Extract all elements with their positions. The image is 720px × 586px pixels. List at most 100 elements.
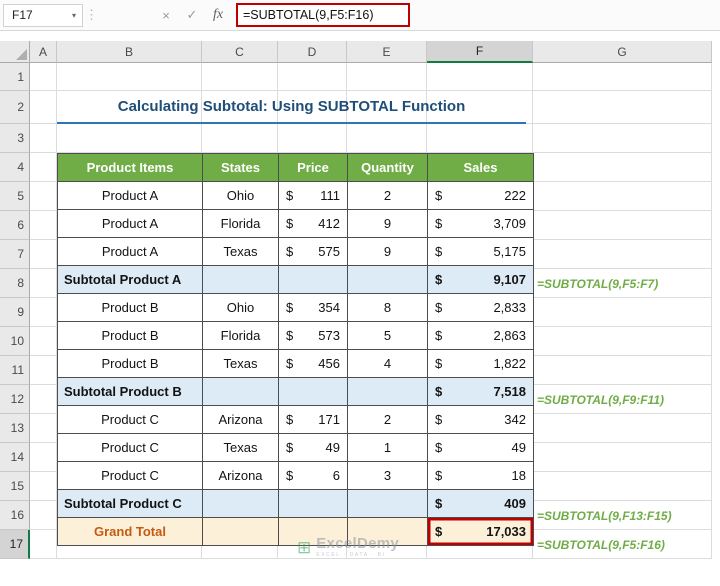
- cell-state[interactable]: Texas: [203, 350, 279, 378]
- cell-sales[interactable]: $222: [428, 182, 534, 210]
- cell-sales[interactable]: $342: [428, 406, 534, 434]
- column-header-G[interactable]: G: [533, 41, 712, 63]
- row-header-9[interactable]: 9: [0, 298, 30, 327]
- cell-empty[interactable]: [279, 266, 348, 294]
- cell-empty[interactable]: [279, 490, 348, 518]
- cell-sales[interactable]: $9,107: [428, 266, 534, 294]
- cell-quantity[interactable]: 8: [348, 294, 428, 322]
- cell-price[interactable]: $456: [279, 350, 348, 378]
- cell-product[interactable]: Product C: [58, 406, 203, 434]
- row-header-12[interactable]: 12: [0, 385, 30, 414]
- cell-quantity[interactable]: 9: [348, 238, 428, 266]
- table-header-product-items[interactable]: Product Items: [58, 154, 203, 182]
- formula-annotation[interactable]: =SUBTOTAL(9,F5:F16): [537, 530, 711, 559]
- cell-sales[interactable]: $18: [428, 462, 534, 490]
- column-header-E[interactable]: E: [347, 41, 427, 63]
- cell-sales[interactable]: $1,822: [428, 350, 534, 378]
- cell-state[interactable]: Texas: [203, 238, 279, 266]
- cell-quantity[interactable]: 4: [348, 350, 428, 378]
- cell-quantity[interactable]: 1: [348, 434, 428, 462]
- cell-price[interactable]: $171: [279, 406, 348, 434]
- row-header-4[interactable]: 4: [0, 153, 30, 182]
- cell-sales[interactable]: $5,175: [428, 238, 534, 266]
- cell-empty[interactable]: [279, 378, 348, 406]
- formula-annotation[interactable]: =SUBTOTAL(9,F5:F7): [537, 269, 711, 298]
- row-header-15[interactable]: 15: [0, 472, 30, 501]
- cell-quantity[interactable]: 5: [348, 322, 428, 350]
- cell-sales[interactable]: $409: [428, 490, 534, 518]
- cell-state[interactable]: Florida: [203, 210, 279, 238]
- cell-empty[interactable]: [203, 490, 279, 518]
- row-header-11[interactable]: 11: [0, 356, 30, 385]
- table-header-sales[interactable]: Sales: [428, 154, 534, 182]
- cell-label[interactable]: Subtotal Product B: [58, 378, 203, 406]
- cell-sales[interactable]: $49: [428, 434, 534, 462]
- row-header-6[interactable]: 6: [0, 211, 30, 240]
- cell-state[interactable]: Ohio: [203, 182, 279, 210]
- cell-product[interactable]: Product B: [58, 322, 203, 350]
- formula-annotation[interactable]: =SUBTOTAL(9,F9:F11): [537, 385, 711, 414]
- cell-sales[interactable]: $2,833: [428, 294, 534, 322]
- table-header-quantity[interactable]: Quantity: [348, 154, 428, 182]
- row-header-2[interactable]: 2: [0, 91, 30, 124]
- row-header-5[interactable]: 5: [0, 182, 30, 211]
- cell-empty[interactable]: [203, 378, 279, 406]
- row-header-1[interactable]: 1: [0, 63, 30, 91]
- cell-empty[interactable]: [203, 266, 279, 294]
- cell-state[interactable]: Arizona: [203, 406, 279, 434]
- cell-sales[interactable]: $17,033: [428, 518, 534, 546]
- column-header-A[interactable]: A: [30, 41, 57, 63]
- select-all-corner[interactable]: [0, 41, 30, 63]
- cell-label[interactable]: Grand Total: [58, 518, 203, 546]
- cell-product[interactable]: Product A: [58, 210, 203, 238]
- cell-empty[interactable]: [348, 518, 428, 546]
- cell-label[interactable]: Subtotal Product C: [58, 490, 203, 518]
- table-header-states[interactable]: States: [203, 154, 279, 182]
- cell-state[interactable]: Ohio: [203, 294, 279, 322]
- cell-price[interactable]: $354: [279, 294, 348, 322]
- cell-empty[interactable]: [203, 518, 279, 546]
- cell-quantity[interactable]: 2: [348, 182, 428, 210]
- row-header-10[interactable]: 10: [0, 327, 30, 356]
- cell-price[interactable]: $6: [279, 462, 348, 490]
- cell-empty[interactable]: [279, 518, 348, 546]
- cell-price[interactable]: $573: [279, 322, 348, 350]
- cell-product[interactable]: Product A: [58, 182, 203, 210]
- cell-product[interactable]: Product C: [58, 434, 203, 462]
- column-header-D[interactable]: D: [278, 41, 347, 63]
- row-header-7[interactable]: 7: [0, 240, 30, 269]
- cell-state[interactable]: Arizona: [203, 462, 279, 490]
- cell-product[interactable]: Product B: [58, 294, 203, 322]
- row-header-13[interactable]: 13: [0, 414, 30, 443]
- cell-state[interactable]: Texas: [203, 434, 279, 462]
- column-header-B[interactable]: B: [57, 41, 202, 63]
- cell-quantity[interactable]: 2: [348, 406, 428, 434]
- cell-product[interactable]: Product A: [58, 238, 203, 266]
- cell-product[interactable]: Product B: [58, 350, 203, 378]
- name-box-dropdown-icon[interactable]: ▾: [66, 11, 82, 20]
- worksheet[interactable]: Calculating Subtotal: Using SUBTOTAL Fun…: [0, 41, 712, 559]
- cell-empty[interactable]: [348, 378, 428, 406]
- cancel-icon[interactable]: ×: [153, 8, 179, 23]
- row-header-14[interactable]: 14: [0, 443, 30, 472]
- cell-price[interactable]: $575: [279, 238, 348, 266]
- cell-sales[interactable]: $3,709: [428, 210, 534, 238]
- cell-price[interactable]: $49: [279, 434, 348, 462]
- column-header-F[interactable]: F: [427, 41, 533, 63]
- enter-icon[interactable]: ✓: [179, 7, 205, 23]
- formula-annotation[interactable]: =SUBTOTAL(9,F13:F15): [537, 501, 711, 530]
- cell-empty[interactable]: [348, 490, 428, 518]
- row-header-3[interactable]: 3: [0, 124, 30, 153]
- cell-product[interactable]: Product C: [58, 462, 203, 490]
- cell-quantity[interactable]: 3: [348, 462, 428, 490]
- name-box[interactable]: F17 ▾: [3, 4, 83, 27]
- row-header-17[interactable]: 17: [0, 530, 30, 559]
- cell-label[interactable]: Subtotal Product A: [58, 266, 203, 294]
- column-header-C[interactable]: C: [202, 41, 278, 63]
- formula-input[interactable]: =SUBTOTAL(9,F5:F16): [236, 3, 410, 27]
- insert-function-icon[interactable]: fx: [205, 7, 231, 23]
- table-header-price[interactable]: Price: [279, 154, 348, 182]
- row-header-8[interactable]: 8: [0, 269, 30, 298]
- cell-state[interactable]: Florida: [203, 322, 279, 350]
- cell-price[interactable]: $111: [279, 182, 348, 210]
